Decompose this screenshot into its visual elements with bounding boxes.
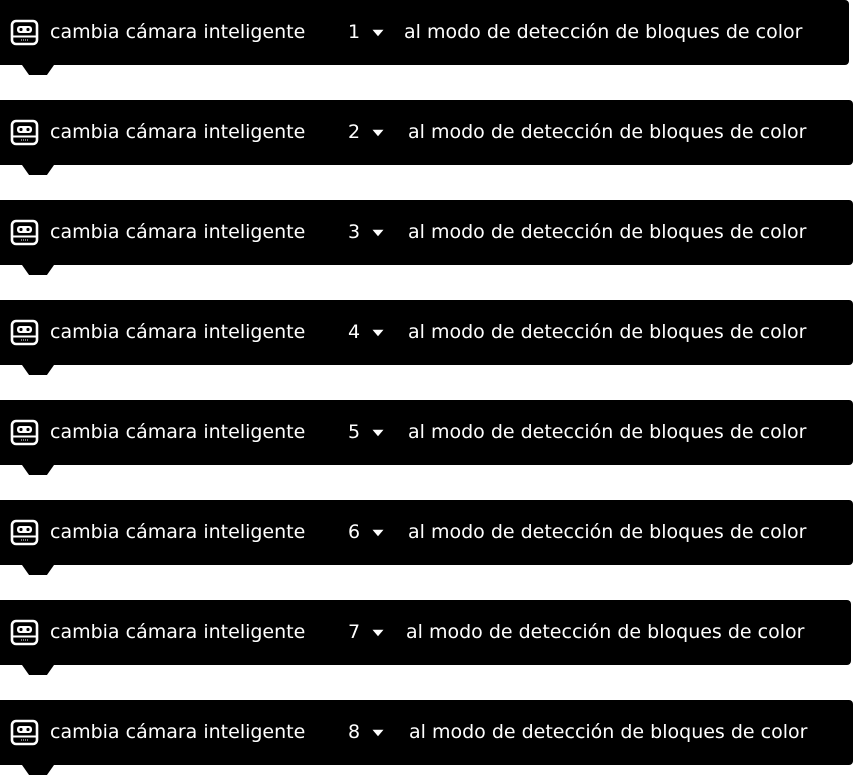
block-label-prefix: cambia cámara inteligente	[50, 21, 306, 43]
smart-camera-icon	[10, 519, 39, 546]
block-label-prefix: cambia cámara inteligente	[50, 221, 306, 243]
block-label-suffix: al modo de detección de bloques de color	[406, 621, 805, 643]
smart-camera-icon	[10, 19, 39, 46]
camera-mode-block-2[interactable]: cambia cámara inteligente 2 al modo de d…	[0, 100, 853, 165]
smart-camera-icon	[10, 219, 39, 246]
smart-camera-icon	[10, 619, 39, 646]
camera-mode-block-1[interactable]: cambia cámara inteligente 1 al modo de d…	[0, 0, 849, 65]
caret-down-icon	[372, 329, 384, 337]
dropdown-value: 3	[348, 221, 361, 243]
block-label-suffix: al modo de detección de bloques de color	[404, 21, 803, 43]
caret-down-icon	[372, 29, 384, 37]
caret-down-icon	[372, 729, 384, 737]
block-label-suffix: al modo de detección de bloques de color	[408, 121, 807, 143]
block-label-suffix: al modo de detección de bloques de color	[408, 321, 807, 343]
camera-number-dropdown[interactable]: 6	[348, 500, 384, 565]
camera-mode-block-5[interactable]: cambia cámara inteligente 5 al modo de d…	[0, 400, 853, 465]
camera-number-dropdown[interactable]: 7	[348, 600, 384, 665]
dropdown-value: 7	[348, 621, 361, 643]
block-label-suffix: al modo de detección de bloques de color	[408, 221, 807, 243]
caret-down-icon	[372, 129, 384, 137]
block-label-prefix: cambia cámara inteligente	[50, 421, 306, 443]
block-label-suffix: al modo de detección de bloques de color	[408, 521, 807, 543]
block-label-prefix: cambia cámara inteligente	[50, 521, 306, 543]
smart-camera-icon	[10, 719, 39, 746]
dropdown-value: 6	[348, 521, 361, 543]
dropdown-value: 8	[348, 721, 361, 743]
camera-number-dropdown[interactable]: 5	[348, 400, 384, 465]
block-label-prefix: cambia cámara inteligente	[50, 621, 306, 643]
camera-mode-block-8[interactable]: cambia cámara inteligente 8 al modo de d…	[0, 700, 853, 765]
camera-number-dropdown[interactable]: 8	[348, 700, 384, 765]
camera-number-dropdown[interactable]: 1	[348, 0, 384, 65]
camera-number-dropdown[interactable]: 4	[348, 300, 384, 365]
smart-camera-icon	[10, 419, 39, 446]
camera-mode-block-3[interactable]: cambia cámara inteligente 3 al modo de d…	[0, 200, 853, 265]
caret-down-icon	[372, 229, 384, 237]
camera-mode-block-6[interactable]: cambia cámara inteligente 6 al modo de d…	[0, 500, 853, 565]
caret-down-icon	[372, 629, 384, 637]
caret-down-icon	[372, 529, 384, 537]
block-label-suffix: al modo de detección de bloques de color	[408, 421, 807, 443]
camera-mode-block-4[interactable]: cambia cámara inteligente 4 al modo de d…	[0, 300, 853, 365]
block-label-prefix: cambia cámara inteligente	[50, 721, 306, 743]
camera-number-dropdown[interactable]: 2	[348, 100, 384, 165]
dropdown-value: 5	[348, 421, 361, 443]
block-label-prefix: cambia cámara inteligente	[50, 321, 306, 343]
dropdown-value: 1	[348, 21, 361, 43]
smart-camera-icon	[10, 119, 39, 146]
block-label-suffix: al modo de detección de bloques de color	[409, 721, 808, 743]
dropdown-value: 2	[348, 121, 361, 143]
camera-mode-block-7[interactable]: cambia cámara inteligente 7 al modo de d…	[0, 600, 851, 665]
dropdown-value: 4	[348, 321, 361, 343]
block-label-prefix: cambia cámara inteligente	[50, 121, 306, 143]
caret-down-icon	[372, 429, 384, 437]
smart-camera-icon	[10, 319, 39, 346]
camera-number-dropdown[interactable]: 3	[348, 200, 384, 265]
